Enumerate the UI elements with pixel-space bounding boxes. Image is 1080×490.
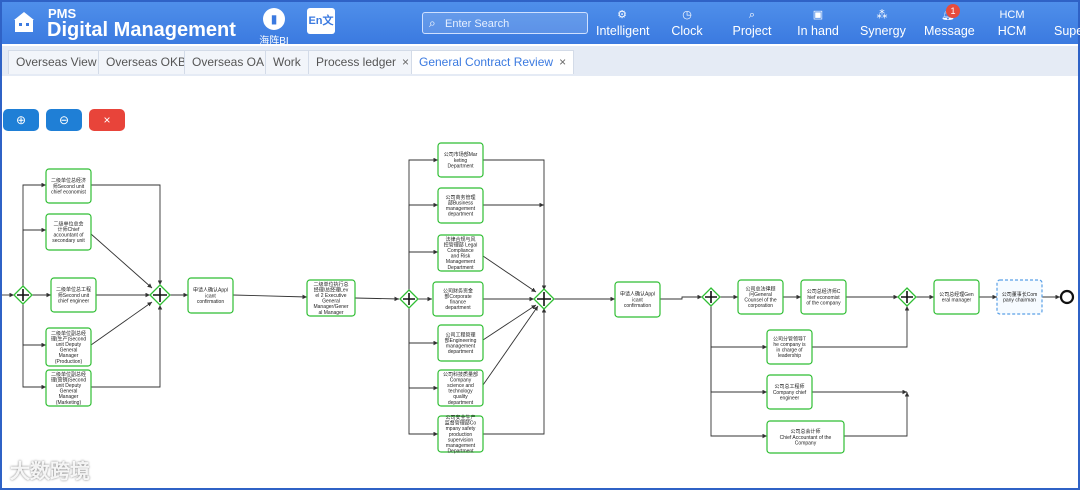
task-label-line: Department xyxy=(447,449,474,455)
task-node-p1[interactable]: 公司总法律顾问GeneralCounsel of thecorporation xyxy=(737,279,784,315)
edge xyxy=(22,304,46,390)
edge xyxy=(710,306,767,395)
parallel-gateway[interactable] xyxy=(533,288,555,310)
edge xyxy=(408,202,438,290)
end-event[interactable] xyxy=(1059,289,1075,305)
parallel-gateway[interactable] xyxy=(149,284,171,306)
task-label-line: (Marketing) xyxy=(56,400,82,406)
task-label-line: of the company xyxy=(806,300,841,306)
task-node-n4[interactable]: 二级单位副总经理(生产)Secondunit DeputyGeneralMana… xyxy=(45,327,92,367)
edge xyxy=(844,392,910,437)
edge xyxy=(354,296,400,302)
task-node-q2[interactable]: 公司董事长Company chairman xyxy=(996,279,1043,315)
task-node-p3[interactable]: 公司分管领导The company isin charge ofleadersh… xyxy=(766,329,813,365)
task-node-m7[interactable]: 公司安全生产监督管理部Company safetyproductionsuper… xyxy=(437,414,484,455)
edge xyxy=(90,233,153,289)
task-label-line: leadership xyxy=(778,353,801,359)
parallel-gateway[interactable] xyxy=(897,287,917,307)
task-label-line: Company xyxy=(795,440,817,446)
edge xyxy=(483,308,547,435)
edge xyxy=(408,308,438,391)
edge xyxy=(483,159,547,290)
task-label-line: chief engineer xyxy=(58,298,90,304)
task-node-n7[interactable]: 二级单位执行总经理/总经理Level 2 ExecutiveGeneralMan… xyxy=(306,279,356,317)
task-label-line: department xyxy=(445,305,471,311)
task-label-line: (Production) xyxy=(55,359,83,365)
task-node-p2[interactable]: 公司总经济师Chief economistof the company xyxy=(800,279,847,315)
edge xyxy=(91,305,163,388)
task-node-m1[interactable]: 公司市场部MarketingDepartment xyxy=(437,142,484,178)
process-flow-diagram: 二级单位总经济师Second unitchief economist 二级单位总会… xyxy=(2,142,1075,455)
task-node-n8[interactable]: 申请人确认Applicantconfirmation xyxy=(614,281,661,318)
edge xyxy=(660,294,702,300)
task-label-line: al Manager xyxy=(318,310,343,316)
task-node-n2[interactable]: 二级单位总会计师Chiefaccountant ofsecondary unit xyxy=(45,213,92,251)
task-node-p4[interactable]: 公司总工程师Company chiefengineer xyxy=(766,374,813,410)
task-label-line: pany chairman xyxy=(1003,298,1036,304)
task-node-p5[interactable]: 公司总会计师Chief Accountant of theCompany xyxy=(766,420,845,454)
task-label-line: Department xyxy=(447,265,474,271)
task-node-m2[interactable]: 公司商务管理部Businessmanagementdepartment xyxy=(437,187,484,224)
task-node-q1[interactable]: 公司总经理General manager xyxy=(933,279,980,315)
task-node-m6[interactable]: 公司科技质量部Companyscience andtechnologyquali… xyxy=(437,369,484,407)
task-label-line: confirmation xyxy=(624,303,651,309)
watermark-text: 大数跨境 xyxy=(10,461,90,483)
task-label-line: confirmation xyxy=(197,299,224,305)
task-label-line: corporation xyxy=(748,303,773,309)
task-label-line: Department xyxy=(447,163,474,169)
edge xyxy=(408,157,438,290)
edge xyxy=(710,306,767,439)
parallel-gateway[interactable] xyxy=(701,287,721,307)
task-label-line: department xyxy=(448,212,474,218)
task-node-m3[interactable]: 法律合规与风控管理部 LegalComplianceand RiskManage… xyxy=(437,234,484,272)
task-label-line: secondary unit xyxy=(52,238,85,244)
task-label-line: eral manager xyxy=(942,298,972,304)
task-label-line: department xyxy=(448,400,474,406)
task-node-n1[interactable]: 二级单位总经济师Second unitchief economist xyxy=(45,168,92,204)
parallel-gateway[interactable] xyxy=(13,285,33,305)
edge xyxy=(232,294,308,300)
task-label-line: chief economist xyxy=(51,189,86,195)
task-label-line: department xyxy=(448,349,474,355)
task-label-line: engineer xyxy=(780,395,800,401)
edge xyxy=(482,255,537,293)
edge xyxy=(482,305,539,386)
edge xyxy=(22,304,46,348)
task-node-n3[interactable]: 二级单位总工程师Second unitchief engineer xyxy=(50,277,97,313)
edge xyxy=(22,182,46,286)
edge xyxy=(482,304,537,341)
edge xyxy=(22,227,46,286)
task-node-n5[interactable]: 二级单位副总经理(营销)Secondunit DeputyGeneralMana… xyxy=(45,369,92,407)
task-node-m4[interactable]: 公司财务资金部Corporatefinancedepartment xyxy=(432,281,484,317)
edge xyxy=(408,308,438,437)
edge xyxy=(91,184,163,285)
task-node-m5[interactable]: 公司工程管理部Engineeringmanagementdepartment xyxy=(437,324,484,362)
edge xyxy=(90,301,153,346)
task-node-n6[interactable]: 申请人确认Applicantconfirmation xyxy=(187,277,234,314)
parallel-gateway[interactable] xyxy=(399,289,419,309)
